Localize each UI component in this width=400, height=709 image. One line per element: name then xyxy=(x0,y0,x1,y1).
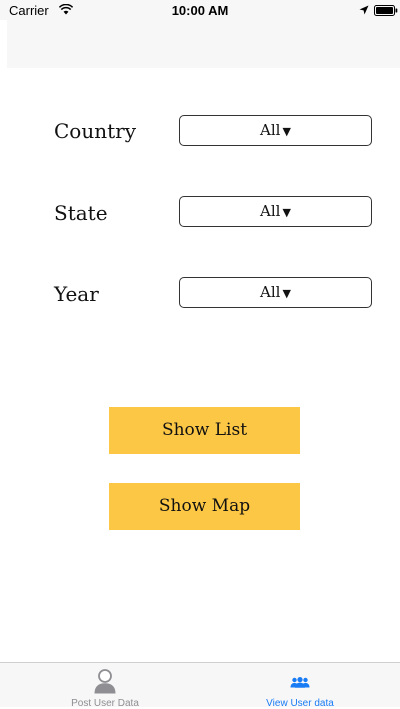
country-picker-value: All xyxy=(260,121,281,139)
dropdown-arrow-icon: ▼ xyxy=(282,287,291,300)
country-picker[interactable]: All ▼ xyxy=(179,115,372,146)
show-map-button[interactable]: Show Map xyxy=(109,483,300,530)
state-label: State xyxy=(54,201,108,225)
tab-view-user-data-label: View User data xyxy=(266,698,334,709)
dropdown-arrow-icon: ▼ xyxy=(282,125,291,138)
location-arrow-icon xyxy=(359,5,369,15)
people-icon xyxy=(290,677,310,688)
tab-post-user-data[interactable]: Post User Data xyxy=(5,663,205,709)
battery-icon xyxy=(374,5,398,16)
tab-post-user-data-label: Post User Data xyxy=(71,698,139,709)
status-bar: Carrier 10:00 AM xyxy=(0,0,400,20)
tab-bar: Post User Data View User data xyxy=(0,662,400,709)
dropdown-arrow-icon: ▼ xyxy=(282,206,291,219)
year-label: Year xyxy=(54,282,99,306)
show-list-button[interactable]: Show List xyxy=(109,407,300,454)
year-picker-value: All xyxy=(260,283,281,301)
tab-view-user-data[interactable]: View User data xyxy=(200,663,400,709)
state-picker-value: All xyxy=(260,202,281,220)
year-picker[interactable]: All ▼ xyxy=(179,277,372,308)
state-picker[interactable]: All ▼ xyxy=(179,196,372,227)
navigation-bar xyxy=(7,20,400,68)
status-time: 10:00 AM xyxy=(171,3,229,18)
country-label: Country xyxy=(54,119,137,143)
person-icon xyxy=(94,669,116,694)
